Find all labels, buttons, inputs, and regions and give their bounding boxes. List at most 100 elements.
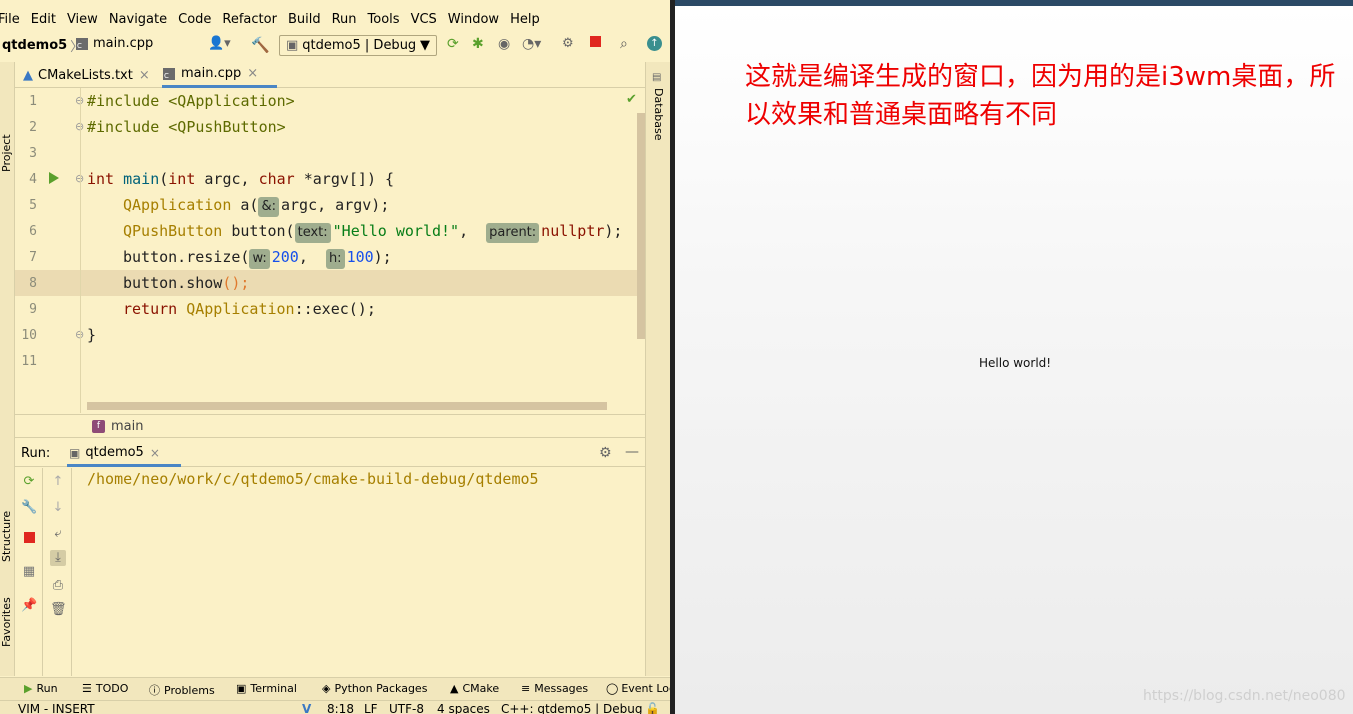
bottom-tool-tabs: ▶ Run ☰ TODO ⓘ Problems ▣ Terminal ◈ Python P… <box>0 677 670 700</box>
bottom-tab-todo[interactable]: ☰ TODO <box>82 682 128 695</box>
editor-horizontal-scrollbar[interactable] <box>87 402 607 410</box>
wrench-icon[interactable]: 🔧 <box>21 500 37 516</box>
language-context[interactable]: C++: qtdemo5 | Debug <box>501 702 642 714</box>
nav-file-label: main.cpp <box>93 36 154 51</box>
line-number: 11 <box>21 354 37 369</box>
run-gutter-icon[interactable] <box>49 172 59 184</box>
arrow-up-icon[interactable]: ↑ <box>50 474 66 490</box>
navigation-toolbar: qtdemo5 〉 C main.cpp 👤▾ 🔨 ▣ qtdemo5 | De… <box>0 33 670 59</box>
bottom-tab-event-log[interactable]: ◯Event Log <box>606 682 670 695</box>
tab-label: CMakeLists.txt <box>38 67 133 83</box>
caret-position[interactable]: 8:18 <box>327 702 354 714</box>
cmake-icon: ▲ <box>450 682 459 695</box>
build-hammer-icon[interactable]: 🔨 <box>251 36 270 54</box>
qt-app-window: 这就是编译生成的窗口，因为用的是i3wm桌面，所以效果和普通桌面略有不同 Hel… <box>675 0 1353 714</box>
run-config-selector[interactable]: ▣ qtdemo5 | Debug ▼ <box>279 35 437 56</box>
search-icon[interactable]: ⌕ <box>620 36 628 52</box>
run-toolbar-secondary: ↑ ↓ ⤶ ⤓ ⎙ 🗑 <box>44 468 72 676</box>
tab-cmakelists[interactable]: ▲ CMakeLists.txt × <box>23 62 155 88</box>
profile-icon[interactable]: ◔▾ <box>522 36 541 52</box>
tool-database[interactable]: Database <box>652 88 665 141</box>
line-separator[interactable]: LF <box>364 702 378 714</box>
menu-navigate[interactable]: Navigate <box>109 12 167 27</box>
bottom-tab-messages[interactable]: ≡ Messages <box>521 682 588 695</box>
print-icon[interactable]: ⎙ <box>50 578 66 594</box>
lock-icon[interactable]: 🔓 <box>645 702 660 714</box>
soft-wrap-icon[interactable]: ⤶ <box>50 526 66 542</box>
info-icon: ⓘ <box>149 684 160 697</box>
code-editor[interactable]: #include <QApplication> #include <QPushB… <box>87 88 637 413</box>
right-tool-strip: ▤ Database <box>645 62 670 676</box>
svg-text:C: C <box>164 72 169 80</box>
line-number: 4 <box>29 172 37 187</box>
rerun-icon[interactable]: ⟳ <box>447 36 459 52</box>
left-tool-strip: Project Structure Favorites <box>0 62 15 676</box>
menu-vcs[interactable]: VCS <box>411 12 437 27</box>
nav-project[interactable]: qtdemo5 〉 <box>2 36 86 55</box>
pin-icon[interactable]: 📌 <box>21 598 37 614</box>
menu-refactor[interactable]: Refactor <box>222 12 277 27</box>
layers-icon: ◈ <box>322 682 331 695</box>
user-icon[interactable]: 👤▾ <box>208 36 231 51</box>
run-icon: ▶ <box>24 682 33 695</box>
file-encoding[interactable]: UTF-8 <box>389 702 424 714</box>
console-output[interactable]: /home/neo/work/c/qtdemo5/cmake-build-deb… <box>87 470 539 488</box>
layout-icon[interactable]: ▦ <box>21 564 37 580</box>
hello-world-button[interactable]: Hello world! <box>979 356 1051 370</box>
menu-tools[interactable]: Tools <box>368 12 400 27</box>
bottom-tab-cmake[interactable]: ▲ CMake <box>450 682 499 695</box>
param-hint: text: <box>294 223 331 243</box>
menu-edit[interactable]: Edit <box>31 12 56 27</box>
tool-structure[interactable]: Structure <box>0 511 13 562</box>
menu-file[interactable]: File <box>0 12 20 27</box>
ide-window: File Edit View Navigate Code Refactor Bu… <box>0 0 670 714</box>
bottom-tab-problems[interactable]: ⓘ Problems <box>149 682 215 698</box>
arrow-down-icon[interactable]: ↓ <box>50 500 66 516</box>
tab-main-cpp[interactable]: C main.cpp × <box>162 62 277 88</box>
close-icon[interactable]: × <box>150 446 160 460</box>
attach-icon[interactable]: ⚙ <box>562 36 574 51</box>
editor-vertical-scrollbar[interactable] <box>637 113 645 339</box>
menu-code[interactable]: Code <box>178 12 211 27</box>
line-number: 2 <box>29 120 37 135</box>
menu-run[interactable]: Run <box>332 12 357 27</box>
indent-setting[interactable]: 4 spaces <box>437 702 490 714</box>
close-icon[interactable]: × <box>247 66 258 81</box>
menu-help[interactable]: Help <box>510 12 540 27</box>
nav-file[interactable]: C main.cpp <box>75 36 153 51</box>
line-number: 8 <box>29 276 37 291</box>
rerun-icon[interactable]: ⟳ <box>21 474 37 490</box>
menu-window[interactable]: Window <box>448 12 499 27</box>
param-hint: &: <box>258 197 279 217</box>
bottom-tab-python-packages[interactable]: ◈ Python Packages <box>322 682 427 695</box>
debug-bug-icon[interactable]: ✱ <box>472 36 484 52</box>
inspection-ok-icon[interactable]: ✔ <box>626 92 637 107</box>
screenshot-annotation: 这就是编译生成的窗口，因为用的是i3wm桌面，所以效果和普通桌面略有不同 <box>745 62 1336 130</box>
param-hint: parent: <box>486 223 540 243</box>
vim-mode: VIM - INSERT <box>18 702 95 714</box>
run-tab-qtdemo5[interactable]: ▣ qtdemo5 × <box>67 441 181 467</box>
tool-favorites[interactable]: Favorites <box>0 597 13 647</box>
coverage-icon[interactable]: ◉ <box>498 36 510 52</box>
stop-icon[interactable] <box>590 36 601 47</box>
trash-icon[interactable]: 🗑 <box>50 602 67 618</box>
scroll-to-end-icon[interactable]: ⤓ <box>50 550 66 566</box>
menu-view[interactable]: View <box>67 12 98 27</box>
gear-icon[interactable]: ⚙ <box>599 445 612 461</box>
bottom-tab-run[interactable]: ▶ Run <box>24 682 58 695</box>
line-number: 3 <box>29 146 37 161</box>
console-icon: ▣ <box>69 445 81 460</box>
watermark: https://blog.csdn.net/neo080 <box>1143 688 1346 704</box>
stop-icon[interactable] <box>21 532 37 548</box>
breadcrumb-item[interactable]: main <box>111 419 143 434</box>
close-icon[interactable]: × <box>139 68 150 83</box>
code-line-10: } <box>87 326 97 344</box>
minimize-icon[interactable]: — <box>625 444 639 460</box>
tool-project[interactable]: Project <box>0 134 13 172</box>
bottom-tab-terminal[interactable]: ▣ Terminal <box>236 682 297 695</box>
messages-icon: ≡ <box>521 682 531 695</box>
run-tab-label: qtdemo5 <box>85 445 144 460</box>
run-panel-label: Run: <box>21 446 51 461</box>
menu-build[interactable]: Build <box>288 12 321 27</box>
update-icon[interactable]: ↑ <box>647 36 662 51</box>
